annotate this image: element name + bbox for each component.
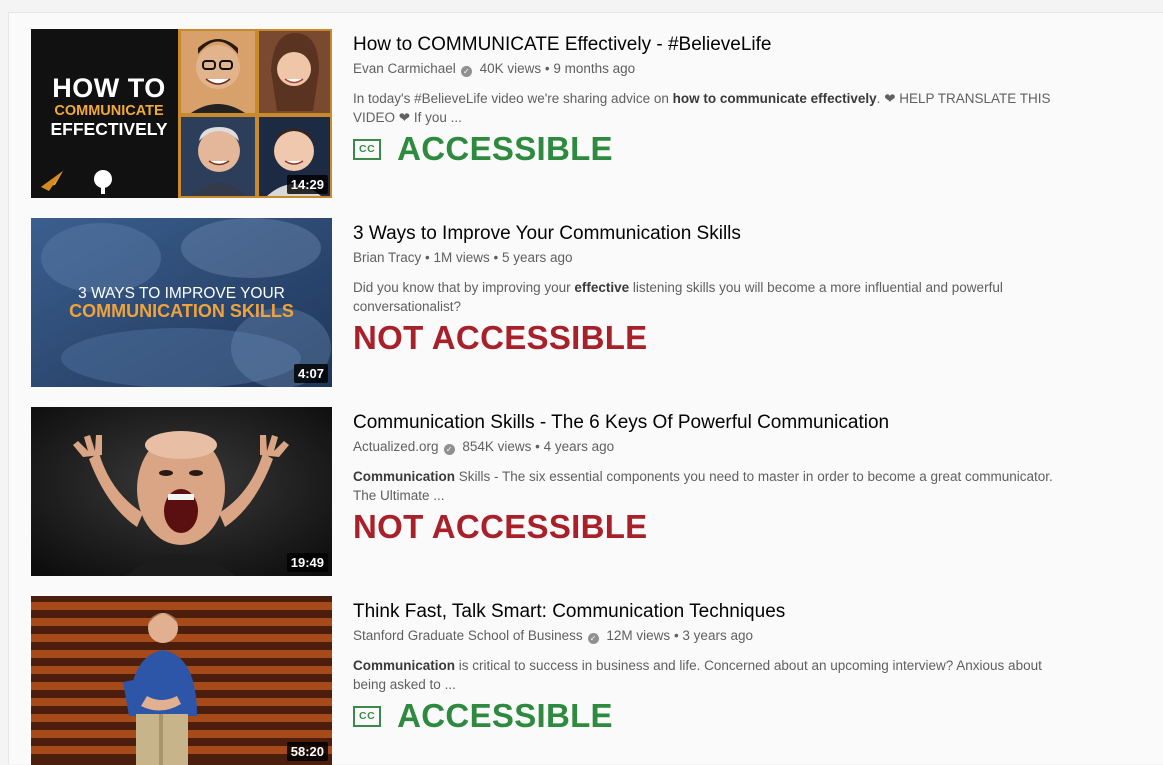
desc-text: Did you know that by improving your [353,280,575,295]
duration-badge: 4:07 [293,364,328,383]
video-thumbnail[interactable]: 58:20 [31,596,332,765]
meta-separator: • [531,439,544,454]
thumbnail-line: COMMUNICATION SKILLS [69,301,294,322]
view-count: 12M views [606,628,671,643]
video-result: 58:20 Think Fast, Talk Smart: Communicat… [31,596,1151,765]
thumbnail-line: COMMUNICATE [54,103,164,119]
check-badge-icon: ✓ [587,633,599,644]
meta-separator: • [670,628,683,643]
search-results-list: HOW TO COMMUNICATE EFFECTIVELY 14:29 How… [8,12,1163,765]
video-meta: Evan Carmichael ✓ 40K views • 9 months ag… [353,60,1151,78]
video-result: HOW TO COMMUNICATE EFFECTIVELY 14:29 How… [31,29,1151,201]
view-count: 854K views [462,439,532,454]
heart-icon: ❤ [398,110,411,125]
check-badge-icon: ✓ [443,444,455,455]
video-title-link[interactable]: 3 Ways to Improve Your Communication Ski… [353,222,741,246]
desc-highlight: Communication [353,658,456,673]
accessibility-status: NOT ACCESSIBLE [353,508,648,545]
accessibility-badges: CC ACCESSIBLE [353,129,1151,169]
video-description: Communication is critical to success in … [353,656,1073,694]
channel-link[interactable]: Stanford Graduate School of Business [353,628,583,643]
thumbnail-title: 3 WAYS TO IMPROVE YOUR COMMUNICATION SKI… [31,285,332,322]
duration-badge: 19:49 [286,553,328,572]
video-info: How to COMMUNICATE Effectively - #Believ… [353,29,1151,169]
thumbnail-line: EFFECTIVELY [50,118,168,139]
heart-icon: ❤ [884,91,896,106]
meta-separator: • [421,250,434,265]
closed-captions-icon: CC [353,705,382,727]
accessibility-status: ACCESSIBLE [397,130,613,167]
desc-highlight: effective [574,280,630,295]
video-thumbnail[interactable]: HOW TO COMMUNICATE EFFECTIVELY 14:29 [31,29,332,198]
upload-age: 3 years ago [682,628,753,643]
video-title-link[interactable]: Think Fast, Talk Smart: Communication Te… [353,600,785,624]
channel-link[interactable]: Actualized.org [353,439,439,454]
video-description: Did you know that by improving your effe… [353,278,1073,316]
video-description: Communication Skills - The six essential… [353,467,1073,505]
view-count: 1M views [433,250,490,265]
accessibility-badges: NOT ACCESSIBLE [353,507,1151,547]
view-count: 40K views [479,61,542,76]
video-info: Communication Skills - The 6 Keys Of Pow… [353,407,1151,547]
check-badge-icon: ✓ [460,66,472,77]
video-thumbnail[interactable]: 19:49 [31,407,332,576]
video-title-link[interactable]: How to COMMUNICATE Effectively - #Believ… [353,33,771,57]
accessibility-status: ACCESSIBLE [397,697,613,734]
desc-highlight: Communication [353,469,456,484]
closed-captions-icon: CC [353,138,382,160]
video-description: In today's #BelieveLife video we're shar… [353,89,1073,127]
upload-age: 9 months ago [553,61,636,76]
desc-text: In today's #BelieveLife video we're shar… [353,91,673,106]
video-info: Think Fast, Talk Smart: Communication Te… [353,596,1151,736]
accessibility-badges: CC ACCESSIBLE [353,696,1151,736]
thumbnail-title: HOW TO COMMUNICATE EFFECTIVELY [39,75,179,138]
accessibility-badges: NOT ACCESSIBLE [353,318,1151,358]
duration-badge: 14:29 [286,175,328,194]
video-meta: Brian Tracy • 1M views • 5 years ago [353,249,1151,267]
thumbnail-line: HOW TO [52,73,166,103]
video-meta: Actualized.org ✓ 854K views • 4 years ago [353,438,1151,456]
desc-text: Skills - The six essential components yo… [353,469,1053,503]
meta-separator: • [489,250,503,265]
channel-link[interactable]: Evan Carmichael [353,61,456,76]
desc-text: is critical to success in business and l… [353,658,1042,692]
thumbnail-image [31,596,332,765]
desc-text: If you ... [410,110,462,125]
video-info: 3 Ways to Improve Your Communication Ski… [353,218,1151,358]
video-result: 3 WAYS TO IMPROVE YOUR COMMUNICATION SKI… [31,218,1151,390]
video-result: 19:49 Communication Skills - The 6 Keys … [31,407,1151,579]
desc-highlight: how to communicate effectively [672,91,877,106]
accessibility-status: NOT ACCESSIBLE [353,319,648,356]
upload-age: 5 years ago [502,250,573,265]
thumbnail-line: 3 WAYS TO IMPROVE YOUR [78,285,285,302]
thumbnail-image [31,407,332,576]
meta-separator: • [541,61,554,76]
video-meta: Stanford Graduate School of Business ✓ 12… [353,627,1151,645]
duration-badge: 58:20 [286,742,328,761]
channel-link[interactable]: Brian Tracy [353,250,421,265]
video-thumbnail[interactable]: 3 WAYS TO IMPROVE YOUR COMMUNICATION SKI… [31,218,332,387]
video-title-link[interactable]: Communication Skills - The 6 Keys Of Pow… [353,411,889,435]
upload-age: 4 years ago [543,439,615,454]
